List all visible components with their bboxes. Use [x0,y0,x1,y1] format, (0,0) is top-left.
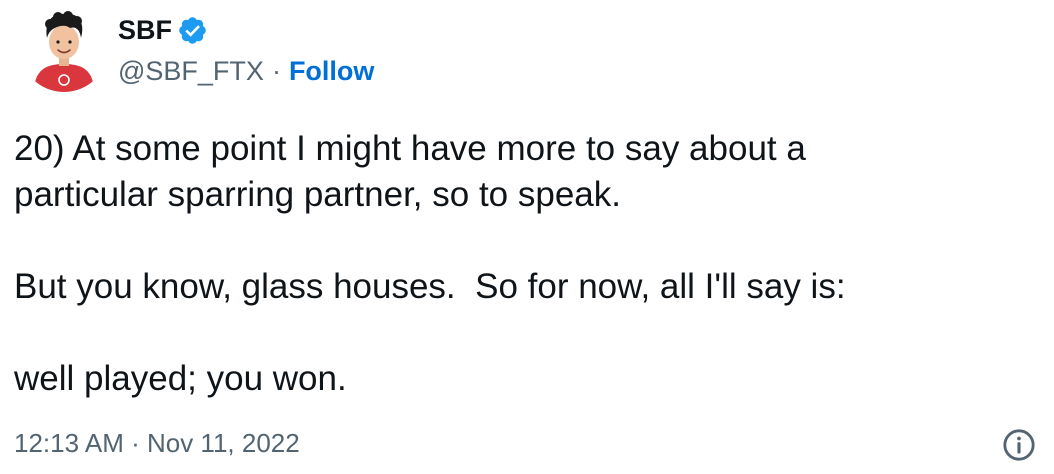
separator-dot: · [271,55,281,86]
name-row: SBF [118,10,374,50]
tweet-timestamp[interactable]: 12:13 AM · Nov 11, 2022 [14,428,300,459]
follow-button[interactable]: Follow [289,56,374,87]
verified-badge-icon [177,15,208,46]
tweet-text: 20) At some point I might have more to s… [14,126,1034,402]
avatar[interactable] [20,4,108,92]
tweet-paragraph-2: But you know, glass houses. So for now, … [14,267,846,306]
info-icon[interactable] [1002,428,1036,462]
tweet-paragraph-3: well played; you won. [14,359,347,398]
tweet-card: SBF @SBF_FTX · Follow 20) At some point … [0,0,1054,474]
author-info: SBF @SBF_FTX · Follow [118,10,374,90]
avatar-icon [20,4,108,92]
handle-row: @SBF_FTX · Follow [118,52,374,90]
tweet-paragraph-1: 20) At some point I might have more to s… [14,129,806,214]
author-handle[interactable]: @SBF_FTX [118,56,264,87]
author-display-name[interactable]: SBF [118,15,172,46]
